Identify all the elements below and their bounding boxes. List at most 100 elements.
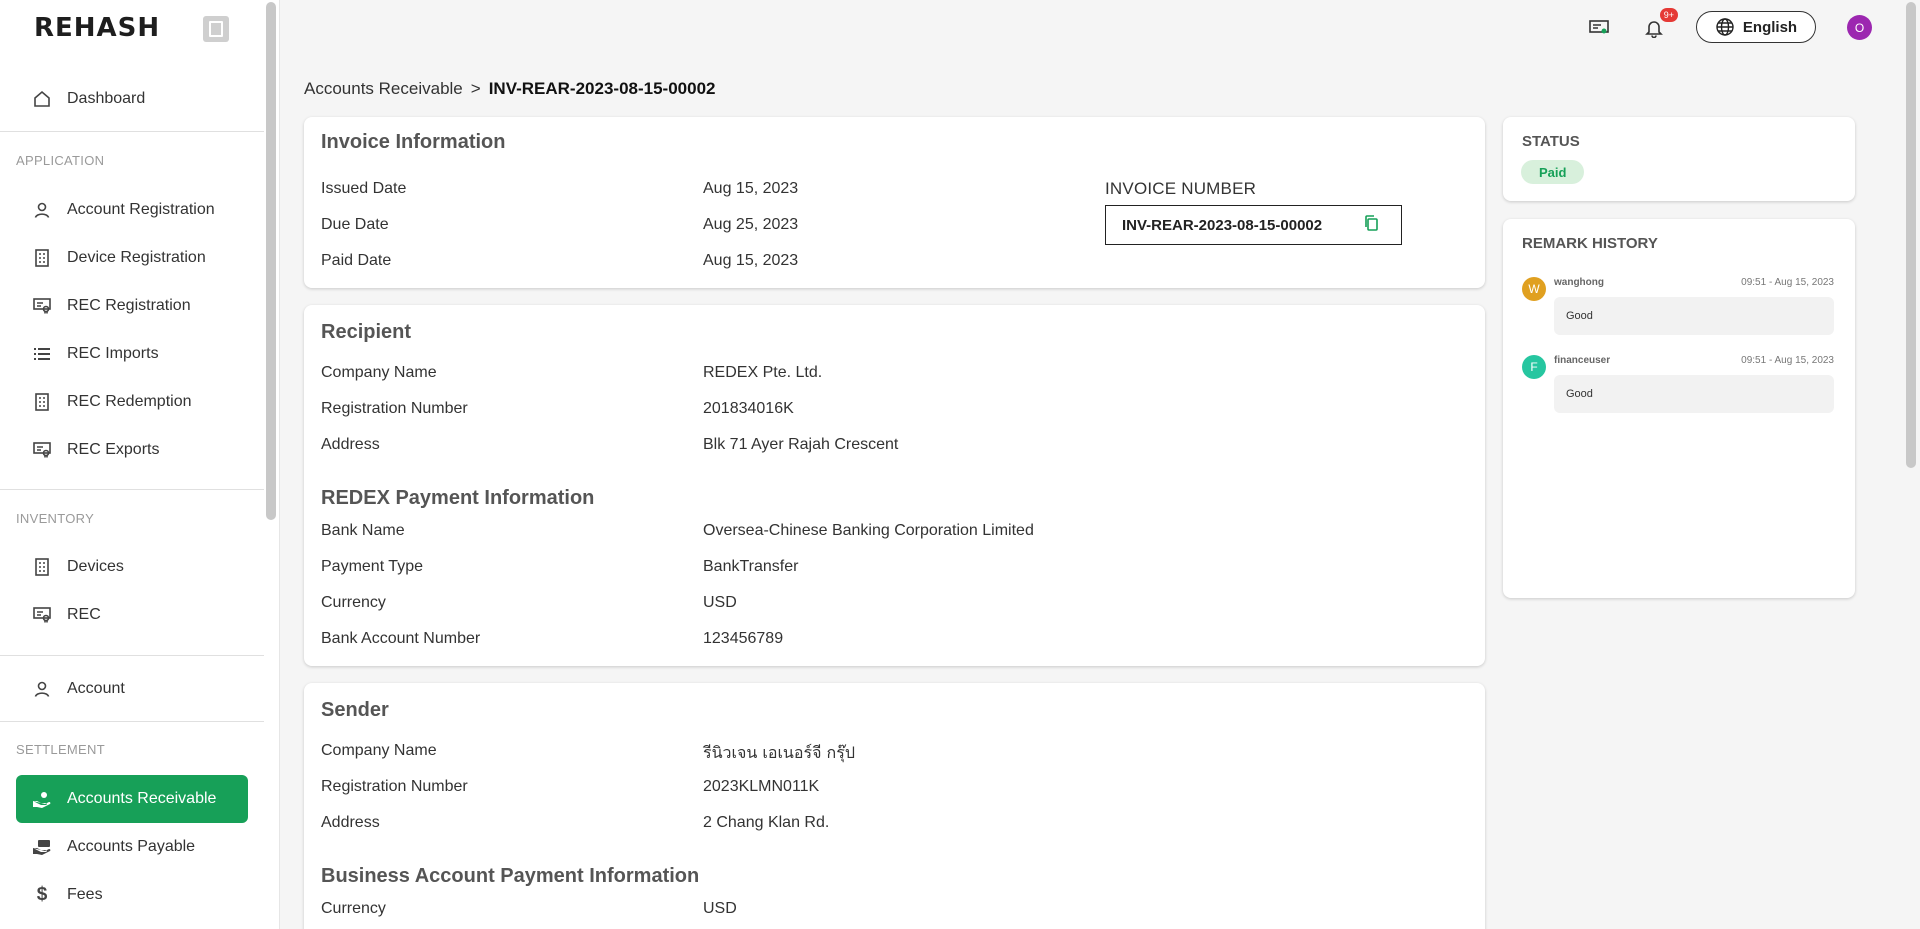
sidebar-item-fees[interactable]: $ Fees bbox=[16, 871, 248, 919]
language-label: English bbox=[1742, 18, 1798, 36]
sender-currency-label: Currency bbox=[321, 900, 386, 917]
sidebar: REHASH Dashboard APPLICATION Account Reg… bbox=[0, 0, 280, 929]
certificate-icon[interactable] bbox=[1585, 14, 1613, 42]
sidebar-item-rec-exports[interactable]: REC Exports bbox=[16, 426, 248, 474]
remark-user: wanghong bbox=[1554, 277, 1604, 288]
section-label-settlement: SETTLEMENT bbox=[16, 742, 105, 757]
user-icon bbox=[32, 679, 52, 699]
sidebar-item-device-registration[interactable]: Device Registration bbox=[16, 234, 248, 282]
payment-type-label: Payment Type bbox=[321, 558, 423, 575]
divider bbox=[0, 489, 264, 490]
sender-card: Sender Company Name รีนิวเจน เอเนอร์จี ก… bbox=[304, 683, 1485, 929]
top-bar: 9+ English O bbox=[280, 0, 1920, 56]
remark-time: 09:51 - Aug 15, 2023 bbox=[1741, 277, 1834, 288]
sender-address-value: 2 Chang Klan Rd. bbox=[703, 814, 830, 831]
sidebar-item-label: REC Registration bbox=[67, 297, 191, 314]
user-icon bbox=[32, 200, 52, 220]
section-label-inventory: INVENTORY bbox=[16, 511, 95, 526]
sender-registration-value: 2023KLMN011K bbox=[703, 778, 820, 795]
sidebar-item-account[interactable]: Account bbox=[16, 665, 248, 713]
sender-company-label: Company Name bbox=[321, 742, 437, 759]
recipient-registration-value: 201834016K bbox=[703, 400, 794, 417]
invoice-number-field: INV-REAR-2023-08-15-00002 bbox=[1105, 205, 1402, 245]
remark-avatar: F bbox=[1522, 355, 1546, 379]
language-selector[interactable]: English bbox=[1696, 11, 1816, 43]
sidebar-item-rec-registration[interactable]: REC Registration bbox=[16, 282, 248, 330]
invoice-number-value: INV-REAR-2023-08-15-00002 bbox=[1122, 216, 1323, 234]
paid-date-label: Paid Date bbox=[321, 252, 392, 269]
sidebar-item-rec-redemption[interactable]: REC Redemption bbox=[16, 378, 248, 426]
certificate-icon bbox=[32, 605, 52, 625]
issued-date-value: Aug 15, 2023 bbox=[703, 180, 799, 197]
breadcrumb-current: INV-REAR-2023-08-15-00002 bbox=[488, 79, 716, 98]
sidebar-item-accounts-payable[interactable]: Accounts Payable bbox=[16, 823, 248, 871]
bank-account-number-value: 123456789 bbox=[703, 630, 784, 647]
bank-name-value: Oversea-Chinese Banking Corporation Limi… bbox=[703, 522, 1034, 539]
user-avatar[interactable]: O bbox=[1847, 15, 1872, 40]
sidebar-item-label: Fees bbox=[67, 886, 103, 903]
list-icon bbox=[32, 344, 52, 364]
sidebar-scrollbar[interactable] bbox=[266, 2, 276, 520]
issued-date-label: Issued Date bbox=[321, 180, 407, 197]
logo-row: REHASH bbox=[0, 0, 279, 56]
bell-icon[interactable]: 9+ bbox=[1640, 8, 1678, 42]
building-icon bbox=[32, 557, 52, 577]
sidebar-item-dashboard[interactable]: Dashboard bbox=[16, 75, 248, 123]
remark-history-card: REMARK HISTORY W wanghong 09:51 - Aug 15… bbox=[1503, 219, 1855, 598]
breadcrumb-separator: > bbox=[470, 79, 481, 98]
sender-currency-value: USD bbox=[703, 900, 737, 917]
status-title: STATUS bbox=[1522, 133, 1580, 150]
rehash-logo[interactable]: REHASH bbox=[34, 13, 160, 43]
main-scrollbar[interactable] bbox=[1906, 2, 1916, 468]
remark-avatar: W bbox=[1522, 277, 1546, 301]
sidebar-item-label: Dashboard bbox=[67, 90, 146, 107]
business-account-payment-title: Business Account Payment Information bbox=[321, 865, 700, 887]
redex-payment-information-title: REDEX Payment Information bbox=[321, 487, 595, 509]
sidebar-item-label: REC Imports bbox=[67, 345, 159, 362]
invoice-information-card: Invoice Information Issued Date Aug 15, … bbox=[304, 117, 1485, 288]
breadcrumb-parent[interactable]: Accounts Receivable bbox=[304, 79, 463, 98]
due-date-label: Due Date bbox=[321, 216, 389, 233]
remark-text: Good bbox=[1554, 297, 1834, 335]
recipient-card: Recipient Company Name REDEX Pte. Ltd. R… bbox=[304, 305, 1485, 666]
invoice-information-title: Invoice Information bbox=[321, 131, 506, 153]
sidebar-item-label: REC Exports bbox=[67, 441, 160, 458]
divider bbox=[0, 131, 264, 132]
sidebar-item-accounts-receivable[interactable]: Accounts Receivable bbox=[16, 775, 248, 823]
recipient-company-label: Company Name bbox=[321, 364, 437, 381]
globe-icon bbox=[1716, 18, 1734, 36]
recipient-currency-label: Currency bbox=[321, 594, 386, 611]
paid-date-value: Aug 15, 2023 bbox=[703, 252, 799, 269]
sidebar-collapse-icon[interactable] bbox=[203, 16, 229, 42]
home-icon bbox=[32, 89, 52, 109]
sidebar-item-label: Account Registration bbox=[67, 201, 215, 218]
copy-icon[interactable] bbox=[1363, 214, 1379, 236]
section-label-application: APPLICATION bbox=[16, 153, 105, 168]
sidebar-item-label: Accounts Payable bbox=[67, 838, 196, 855]
remark-time: 09:51 - Aug 15, 2023 bbox=[1741, 355, 1834, 366]
sidebar-item-account-registration[interactable]: Account Registration bbox=[16, 186, 248, 234]
dollar-icon: $ bbox=[36, 884, 48, 905]
recipient-title: Recipient bbox=[321, 321, 412, 343]
recipient-address-value: Blk 71 Ayer Rajah Crescent bbox=[703, 436, 899, 453]
sidebar-item-label: REC bbox=[67, 606, 101, 623]
sidebar-item-rec[interactable]: REC bbox=[16, 591, 248, 639]
sidebar-item-label: Account bbox=[67, 680, 125, 697]
sender-address-label: Address bbox=[321, 814, 380, 831]
status-badge: Paid bbox=[1521, 160, 1585, 184]
status-card: STATUS Paid bbox=[1503, 117, 1855, 201]
payment-type-value: BankTransfer bbox=[703, 558, 799, 575]
sender-registration-label: Registration Number bbox=[321, 778, 468, 795]
breadcrumb: Accounts Receivable > INV-REAR-2023-08-15-… bbox=[304, 79, 716, 99]
sidebar-item-rec-imports[interactable]: REC Imports bbox=[16, 330, 248, 378]
bank-name-label: Bank Name bbox=[321, 522, 405, 539]
invoice-number-label: INVOICE NUMBER bbox=[1105, 179, 1257, 198]
sidebar-item-devices[interactable]: Devices bbox=[16, 543, 248, 591]
divider bbox=[0, 655, 264, 656]
recipient-registration-label: Registration Number bbox=[321, 400, 468, 417]
bank-account-number-label: Bank Account Number bbox=[321, 630, 481, 647]
recipient-company-value: REDEX Pte. Ltd. bbox=[703, 364, 823, 381]
recipient-currency-value: USD bbox=[703, 594, 737, 611]
sidebar-item-label: REC Redemption bbox=[67, 393, 192, 410]
recipient-address-label: Address bbox=[321, 436, 380, 453]
